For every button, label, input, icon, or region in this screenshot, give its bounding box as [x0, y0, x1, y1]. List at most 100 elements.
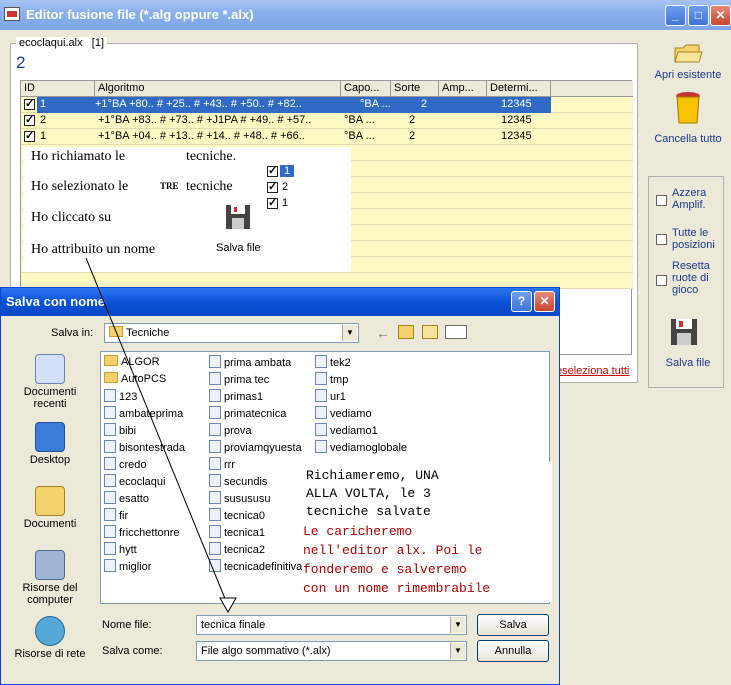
col-header-capo[interactable]: Capo... [341, 81, 391, 97]
chevron-down-icon[interactable]: ▼ [450, 643, 465, 659]
trash-bin-icon[interactable] [674, 90, 702, 126]
floppy-save-icon [226, 205, 250, 229]
list-item[interactable]: tecnica2 [209, 542, 265, 556]
back-arrow-icon[interactable]: ← [376, 325, 390, 341]
list-item[interactable]: proviamqyuesta [209, 440, 302, 454]
new-folder-icon[interactable] [422, 325, 438, 339]
list-item[interactable]: primas1 [209, 389, 263, 403]
list-item[interactable]: ecoclaqui [104, 474, 165, 488]
list-item[interactable]: vediamo1 [315, 423, 378, 437]
note-save-label: Salva file [216, 242, 261, 254]
list-item[interactable]: 123 [104, 389, 137, 403]
reset-wheels-checkbox[interactable] [656, 275, 667, 286]
table-row[interactable]: 2 +1°BA +83.. # +73.. # +J1PA # +49.. # … [21, 113, 633, 129]
row-checkbox[interactable] [24, 113, 35, 126]
reset-amp-checkbox[interactable] [656, 195, 667, 206]
list-item[interactable]: fricchettonre [104, 525, 180, 539]
save-file-label[interactable]: Salva file [650, 357, 726, 369]
up-folder-icon[interactable] [398, 325, 414, 339]
annotation-line-red: Le caricheremo [303, 524, 413, 539]
list-item[interactable]: tecnica0 [209, 508, 265, 522]
list-item[interactable]: secundis [209, 474, 267, 488]
record-count: 2 [16, 53, 26, 72]
cell-sorte: 2 [409, 130, 416, 142]
clear-all-label[interactable]: Cancella tutto [650, 133, 726, 145]
list-item[interactable]: prima ambata [209, 355, 291, 369]
maximize-button[interactable]: □ [688, 5, 709, 26]
list-item[interactable]: prima tec [209, 372, 269, 386]
col-header-determ[interactable]: Determi... [487, 81, 551, 97]
list-item[interactable]: ur1 [315, 389, 346, 403]
cancel-button[interactable]: Annulla [477, 640, 549, 662]
list-item[interactable]: fir [104, 508, 128, 522]
annotation-box: Richiameremo, UNA ALLA VOLTA, le 3 tecni… [302, 462, 552, 602]
open-existing-label[interactable]: Apri esistente [650, 69, 726, 81]
col-header-id[interactable]: ID [21, 81, 95, 97]
list-item[interactable]: hytt [104, 542, 137, 556]
list-item[interactable]: miglior [104, 559, 151, 573]
mini-checkbox [267, 180, 278, 193]
col-header-empty [551, 81, 633, 97]
floppy-save-icon[interactable] [668, 316, 700, 348]
save-in-dropdown[interactable]: Tecniche ▼ [104, 323, 359, 343]
place-computer[interactable]: Risorse del computer [6, 550, 94, 606]
note-line-4: Ho attribuito un nome [31, 242, 156, 257]
open-folder-icon[interactable] [673, 40, 703, 66]
list-item[interactable]: tecnicadefinitiva [209, 559, 302, 573]
list-item[interactable]: credo [104, 457, 147, 471]
list-item[interactable]: ALGOR [104, 355, 160, 368]
cell-id: 2 [40, 114, 47, 126]
cell-capo: °BA ... [344, 130, 375, 142]
place-documents[interactable]: Documenti [6, 486, 94, 530]
list-item[interactable]: tecnica1 [209, 525, 265, 539]
list-item[interactable]: susususu [209, 491, 270, 505]
place-desktop[interactable]: Desktop [6, 422, 94, 466]
list-item[interactable]: vediamoglobale [315, 440, 407, 454]
save-in-value: Tecniche [126, 327, 170, 339]
cell-determ: 12345 [501, 114, 532, 126]
chevron-down-icon[interactable]: ▼ [450, 617, 465, 633]
filetype-dropdown[interactable]: File algo sommativo (*.alx) ▼ [196, 641, 467, 661]
all-positions-checkbox[interactable] [656, 234, 667, 245]
main-titlebar: Editor fusione file (*.alg oppure *.alx)… [0, 0, 731, 30]
place-recent[interactable]: Documenti recenti [6, 354, 94, 410]
annotation-line: Richiameremo, UNA [306, 468, 439, 483]
list-item[interactable]: vediamo [315, 406, 372, 420]
list-item[interactable]: tmp [315, 372, 348, 386]
reset-amp-label: Azzera Amplif. [672, 187, 707, 211]
list-item[interactable]: tek2 [315, 355, 351, 369]
cell-id: 1 [40, 130, 47, 142]
save-button[interactable]: Salva [477, 614, 549, 636]
list-item[interactable]: bibi [104, 423, 136, 437]
col-header-amp[interactable]: Amp... [439, 81, 487, 97]
deselect-all-link[interactable]: eseleziona tutti [556, 365, 629, 377]
list-item[interactable]: AutoPCS [104, 372, 166, 385]
place-network[interactable]: Risorse di rete [6, 616, 94, 660]
view-menu-icon[interactable] [445, 325, 467, 339]
table-row[interactable]: 1 +1°BA +04.. # +13.. # +14.. # +48.. # … [21, 129, 633, 145]
dialog-close-button[interactable]: ✕ [534, 291, 555, 312]
minimize-button[interactable]: _ [665, 5, 686, 26]
close-button[interactable]: ✕ [710, 5, 731, 26]
list-item[interactable]: esatto [104, 491, 149, 505]
col-header-sorte[interactable]: Sorte [391, 81, 439, 97]
note-line-3: Ho cliccato su [31, 210, 112, 225]
list-item[interactable]: ambateprima [104, 406, 183, 420]
note-line-2b: TRE [160, 181, 179, 191]
col-header-algoritmo[interactable]: Algoritmo [95, 81, 341, 97]
chevron-down-icon[interactable]: ▼ [342, 325, 357, 341]
mini-checkbox [267, 196, 278, 209]
group-index-label: [1] [91, 37, 104, 49]
list-item[interactable]: bisontestrada [104, 440, 185, 454]
note-line-2: Ho selezionato le [31, 179, 129, 194]
filename-input[interactable]: tecnica finale ▼ [196, 615, 467, 635]
list-item[interactable]: prova [209, 423, 252, 437]
mini-id: 1 [280, 165, 295, 177]
table-row[interactable]: 1+1°BA +80.. # +25.. # +43.. # +50.. # +… [21, 97, 633, 113]
row-checkbox[interactable] [24, 129, 35, 142]
row-checkbox[interactable] [24, 97, 35, 110]
list-item[interactable]: rrr [209, 457, 235, 471]
list-item[interactable]: primatecnica [209, 406, 286, 420]
help-button[interactable]: ? [511, 291, 532, 312]
all-positions-label: Tutte le posizioni [672, 227, 715, 251]
